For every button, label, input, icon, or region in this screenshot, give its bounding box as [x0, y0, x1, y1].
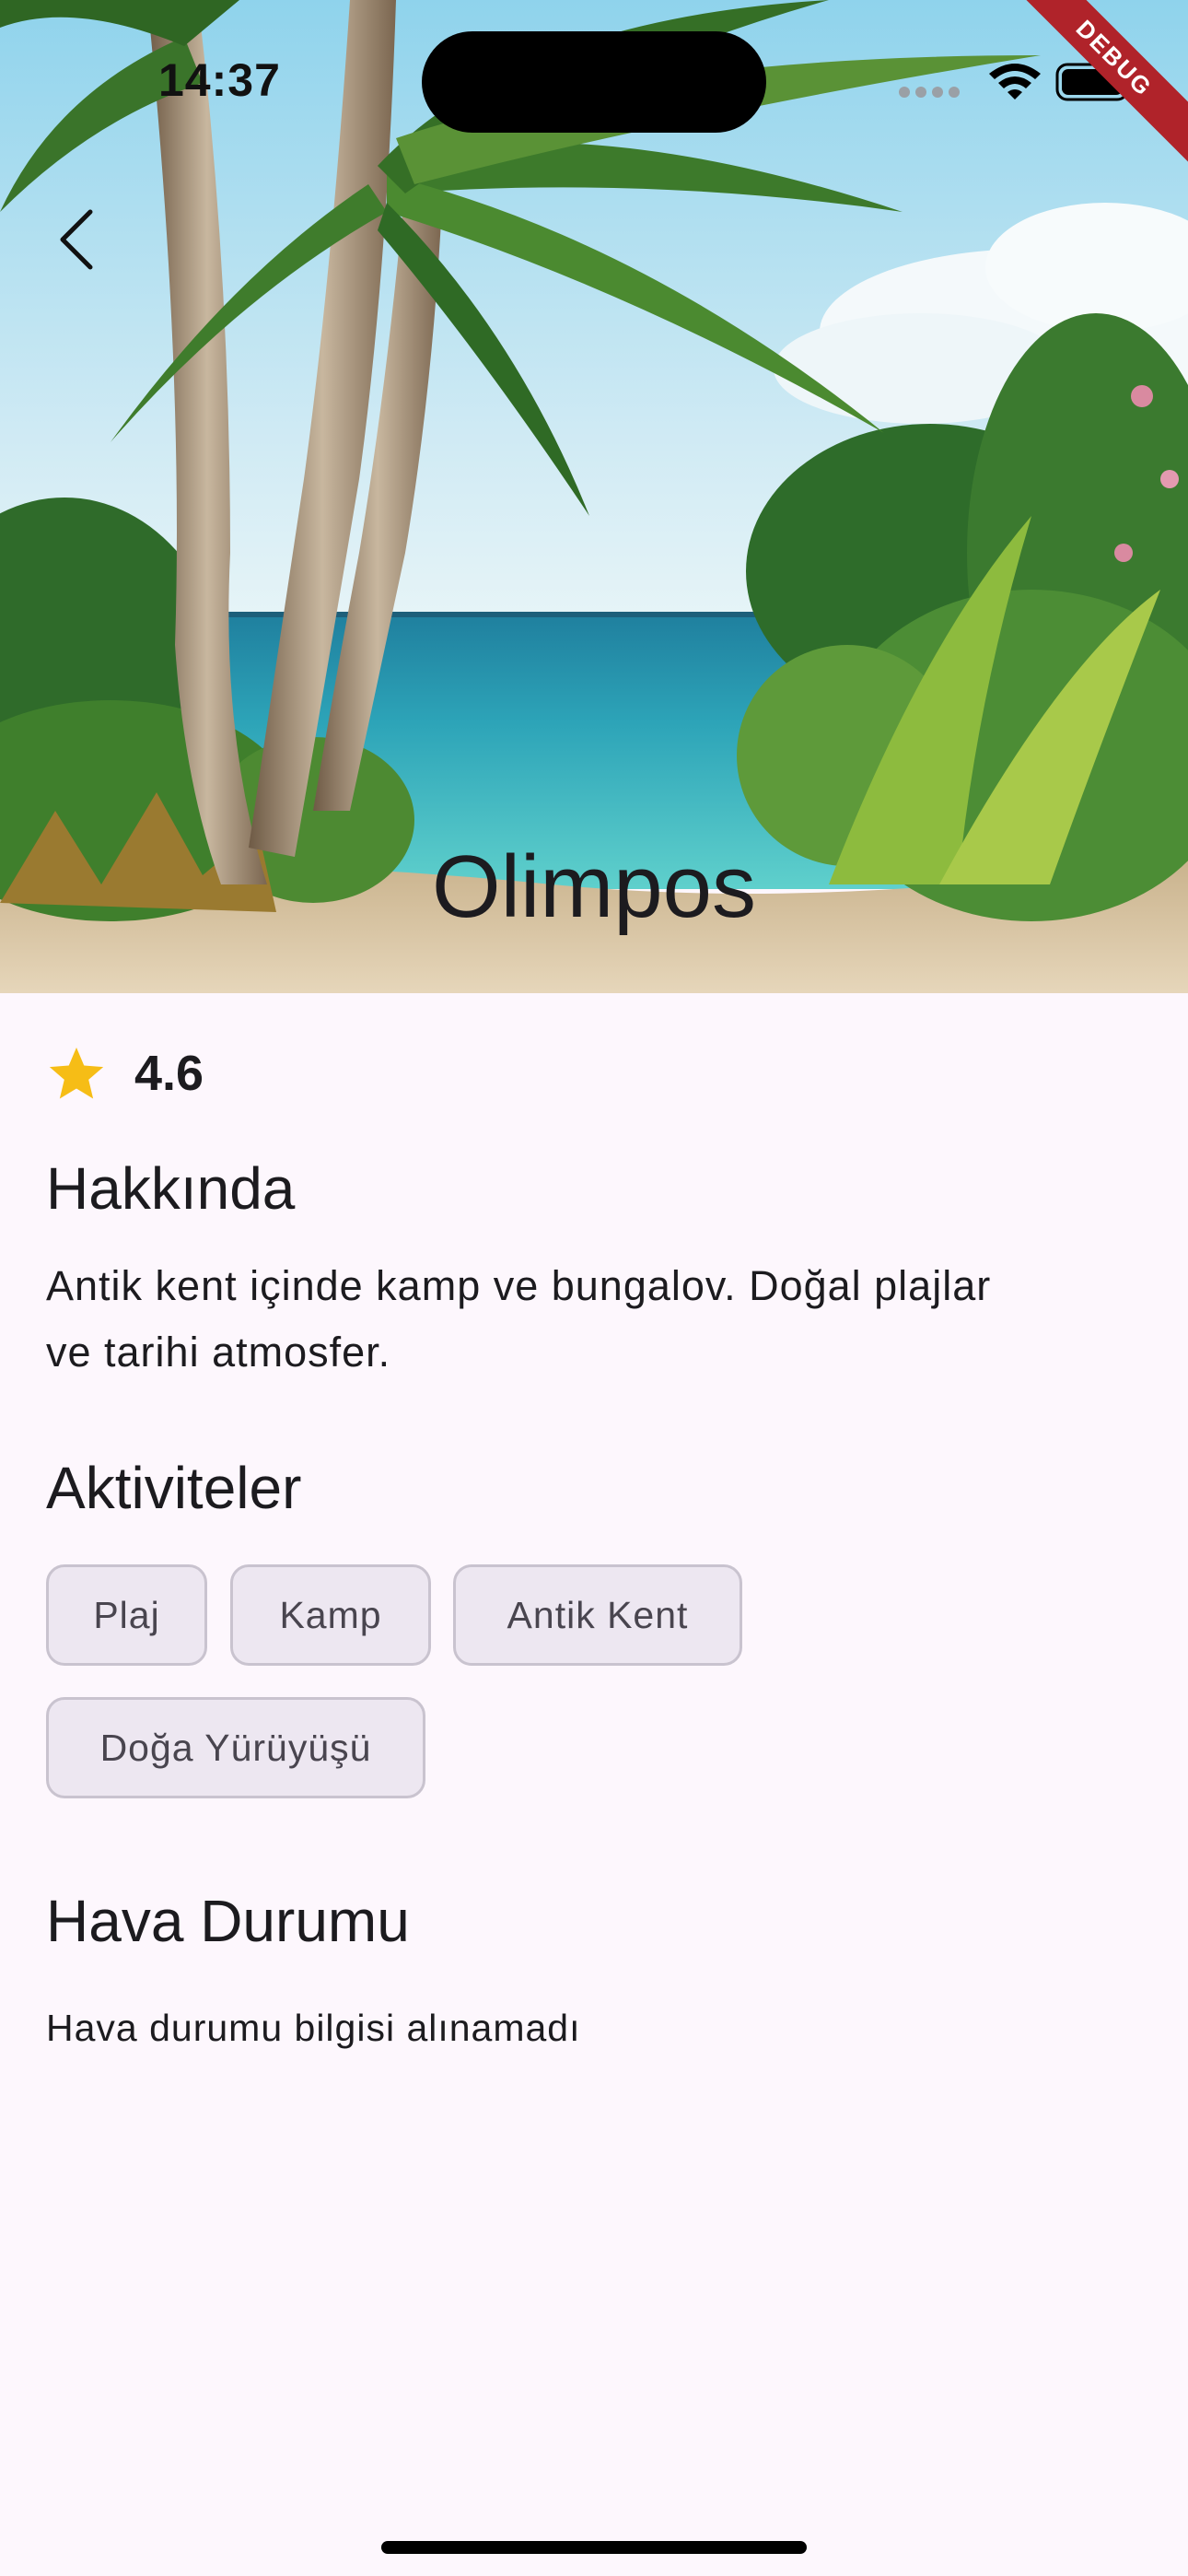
- home-indicator[interactable]: [381, 2541, 807, 2554]
- cellular-icon: [899, 87, 960, 98]
- place-title: Olimpos: [431, 837, 757, 936]
- about-title: Hakkında: [46, 1155, 296, 1222]
- rating-value: 4.6: [134, 1046, 204, 1101]
- star-icon: [49, 1047, 104, 1099]
- back-button[interactable]: [46, 203, 111, 276]
- weather-message: Hava durumu bilgisi alınamadı: [46, 2007, 581, 2049]
- rating-row: 4.6: [46, 1041, 204, 1106]
- hero-image: 14:37 DEBUG Olimpos: [0, 0, 1188, 993]
- about-line-1: Antik kent içinde kamp ve bungalov. Doğa…: [46, 1262, 992, 1309]
- chip-doga-yuruyusu[interactable]: Doğa Yürüyüşü: [46, 1697, 425, 1798]
- chevron-left-icon: [60, 209, 93, 270]
- about-line-2: ve tarihi atmosfer.: [46, 1329, 391, 1376]
- status-time: 14:37: [158, 54, 281, 106]
- activities-title: Aktiviteler: [46, 1455, 302, 1521]
- about-description: Antik kent içinde kamp ve bungalov. Doğa…: [46, 1253, 1151, 1386]
- dynamic-island: [422, 31, 766, 133]
- chip-kamp[interactable]: Kamp: [230, 1564, 431, 1666]
- chip-plaj[interactable]: Plaj: [46, 1564, 207, 1666]
- debug-banner: DEBUG: [1004, 0, 1188, 184]
- weather-title: Hava Durumu: [46, 1888, 410, 1954]
- debug-ribbon-label: DEBUG: [1004, 0, 1188, 171]
- chip-antik-kent[interactable]: Antik Kent: [453, 1564, 742, 1666]
